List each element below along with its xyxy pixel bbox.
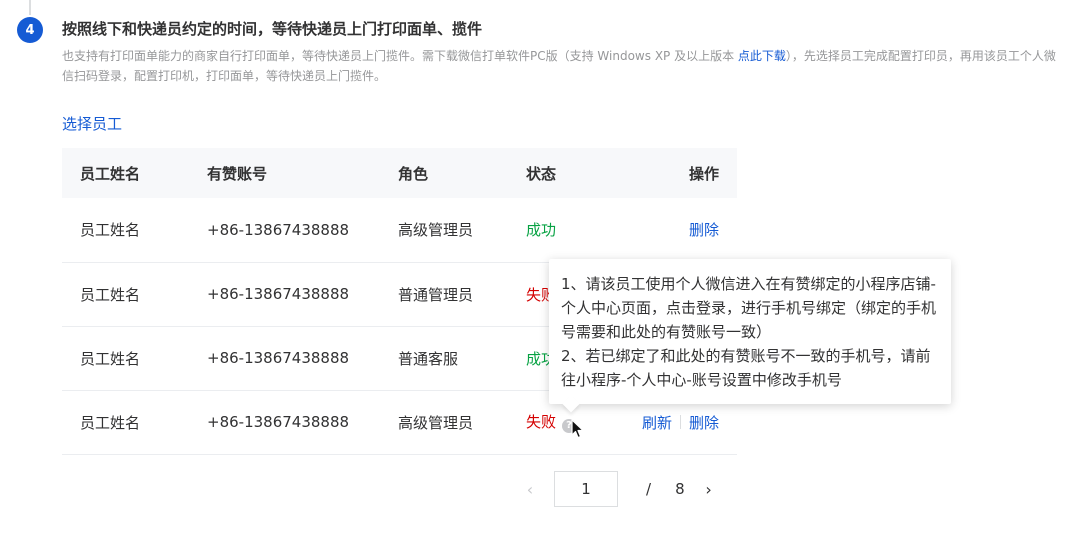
cell-status: 成功: [508, 198, 608, 263]
help-tooltip: 1、请该员工使用个人微信进入在有赞绑定的小程序店铺-个人中心页面，点击登录，进行…: [549, 259, 951, 413]
cell-name: 员工姓名: [62, 326, 189, 391]
total-pages: 8: [675, 480, 685, 498]
step-number-badge: 4: [17, 17, 43, 43]
page-separator: /: [646, 480, 652, 498]
refresh-button[interactable]: 刷新: [642, 414, 672, 432]
prev-page-button[interactable]: ‹: [520, 480, 540, 499]
page-number-input[interactable]: [554, 471, 618, 507]
cell-name: 员工姓名: [62, 390, 189, 455]
status-success-text: 成功: [526, 221, 557, 240]
step-title: 按照线下和快递员约定的时间，等待快递员上门打印面单、揽件: [62, 20, 483, 38]
cell-name: 员工姓名: [62, 262, 189, 327]
col-header-status: 状态: [508, 148, 608, 198]
col-header-role: 角色: [380, 148, 508, 198]
cell-role: 普通管理员: [380, 262, 508, 327]
col-header-account: 有赞账号: [189, 148, 380, 198]
step-connector-line: [29, 0, 31, 15]
cell-role: 高级管理员: [380, 198, 508, 263]
cell-ops: 删除: [608, 198, 737, 263]
cell-account: +86-13867438888: [189, 326, 380, 391]
cell-name: 员工姓名: [62, 198, 189, 263]
pagination: ‹ / 8 ›: [520, 471, 719, 507]
tooltip-line-2: 2、若已绑定了和此处的有赞账号不一致的手机号，请前往小程序-个人中心-账号设置中…: [561, 347, 931, 389]
step-description: 也支持有打印面单能力的商家自行打印面单，等待快递员上门揽件。需下载微信打单软件P…: [62, 46, 1067, 86]
cell-account: +86-13867438888: [189, 262, 380, 327]
cell-role: 高级管理员: [380, 390, 508, 455]
cell-role: 普通客服: [380, 326, 508, 391]
col-header-ops: 操作: [608, 148, 737, 198]
col-header-name: 员工姓名: [62, 148, 189, 198]
mouse-cursor-icon: [571, 419, 584, 439]
download-link[interactable]: 点此下载: [738, 49, 786, 63]
op-divider: [679, 414, 681, 429]
step-desc-text-1: 也支持有打印面单能力的商家自行打印面单，等待快递员上门揽件。需下载微信打单软件P…: [62, 49, 738, 63]
delete-button[interactable]: 删除: [689, 414, 719, 432]
next-page-button[interactable]: ›: [699, 480, 719, 499]
status-fail-text: 失败: [526, 413, 557, 431]
delete-button[interactable]: 删除: [689, 221, 719, 239]
cell-account: +86-13867438888: [189, 198, 380, 263]
table-row: 员工姓名 +86-13867438888 高级管理员 成功 删除: [62, 198, 737, 263]
cell-account: +86-13867438888: [189, 390, 380, 455]
choose-staff-link[interactable]: 选择员工: [62, 113, 122, 134]
table-header-row: 员工姓名 有赞账号 角色 状态 操作: [62, 148, 737, 198]
tooltip-line-1: 1、请该员工使用个人微信进入在有赞绑定的小程序店铺-个人中心页面，点击登录，进行…: [561, 275, 937, 341]
